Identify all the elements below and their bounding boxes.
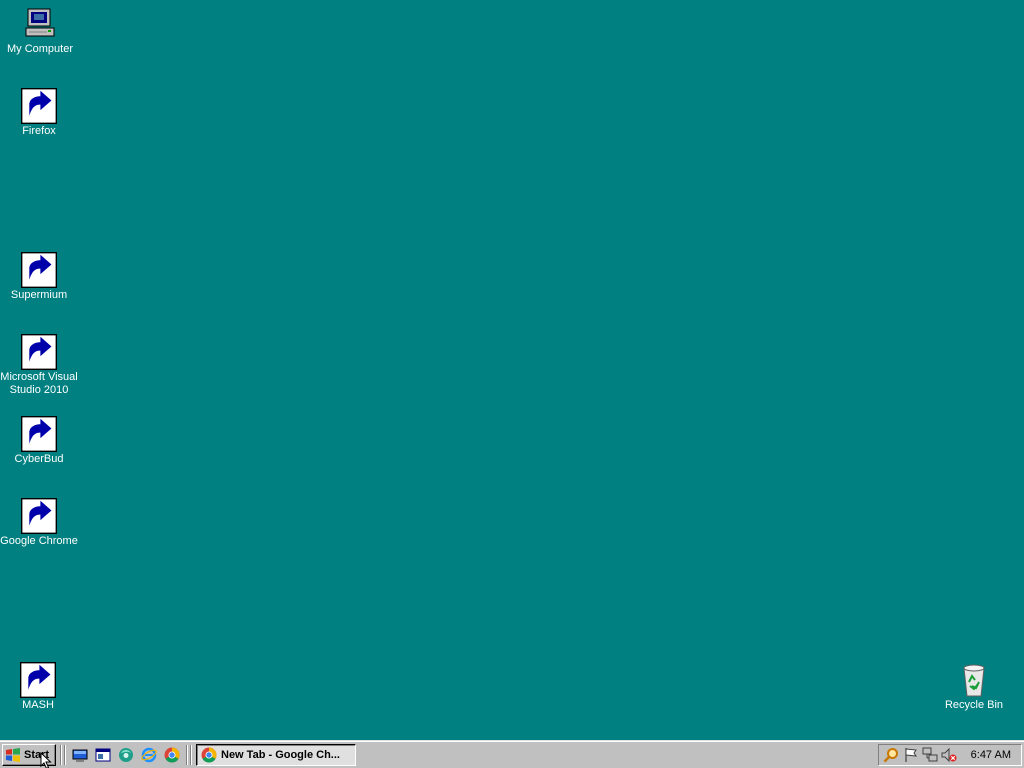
desktop-icon-my-computer[interactable]: My Computer — [0, 6, 80, 56]
explorer-icon[interactable] — [95, 747, 111, 763]
task-button-chrome[interactable]: New Tab - Google Ch... — [196, 744, 356, 766]
show-desktop-icon[interactable] — [72, 747, 88, 763]
task-button-label: New Tab - Google Ch... — [221, 749, 340, 761]
firefox-icon — [21, 88, 57, 124]
desktop-icon-label: Recycle Bin — [944, 699, 1004, 711]
shortcut-arrow-icon — [21, 252, 57, 288]
desktop-icon-firefox[interactable]: Firefox — [0, 88, 79, 138]
shortcut-arrow-icon — [21, 416, 57, 452]
shortcut-arrow-icon — [21, 88, 57, 124]
taskbar-separator — [186, 745, 188, 765]
desktop-icon-visual-studio[interactable]: Microsoft Visual Studio 2010 — [0, 334, 79, 397]
desktop-icon-label: Microsoft Visual Studio 2010 — [0, 371, 78, 396]
task-area-grip[interactable] — [190, 745, 192, 765]
cyberbud-icon — [21, 416, 57, 452]
volume-muted-icon[interactable] — [941, 747, 957, 763]
chrome-icon[interactable] — [164, 747, 180, 763]
supermium-icon[interactable] — [118, 747, 134, 763]
recycle-bin-icon — [956, 662, 992, 698]
taskbar-clock[interactable]: 6:47 AM — [971, 749, 1011, 761]
desktop-icon-supermium[interactable]: Supermium — [0, 252, 79, 302]
desktop-icon-label: CyberBud — [14, 453, 64, 465]
quick-launch-grip[interactable] — [64, 745, 66, 765]
network-icon[interactable] — [922, 747, 938, 763]
shortcut-arrow-icon — [20, 662, 56, 698]
supermium-icon — [21, 252, 57, 288]
desktop-icon-label: Firefox — [22, 125, 56, 137]
desktop-icon-label: Google Chrome — [0, 535, 78, 547]
desktop-icon-label: Supermium — [10, 289, 68, 301]
mash-icon — [20, 662, 56, 698]
desktop-icon-google-chrome[interactable]: Google Chrome — [0, 498, 79, 548]
search-icon[interactable] — [883, 747, 899, 763]
desktop-icon-cyberbud[interactable]: CyberBud — [0, 416, 79, 466]
my-computer-icon — [22, 6, 58, 42]
visual-studio-icon — [21, 334, 57, 370]
chrome-icon — [201, 747, 217, 763]
flag-icon[interactable] — [903, 747, 919, 763]
desktop-icon-mash[interactable]: MASH — [0, 662, 78, 712]
chrome-icon — [21, 498, 57, 534]
desktop-icon-label: My Computer — [6, 43, 74, 55]
mouse-cursor-icon — [40, 752, 52, 768]
internet-explorer-icon[interactable] — [141, 747, 157, 763]
taskbar-separator — [60, 745, 62, 765]
system-tray: 6:47 AM — [878, 744, 1022, 766]
taskbar: Start New Tab - Google Ch... 6:47 AM — [0, 740, 1024, 768]
desktop-icon-recycle-bin[interactable]: Recycle Bin — [934, 662, 1014, 712]
shortcut-arrow-icon — [21, 334, 57, 370]
shortcut-arrow-icon — [21, 498, 57, 534]
windows-logo-icon — [6, 748, 20, 762]
desktop: My Computer Firefox Supermium Microsoft … — [0, 0, 1024, 740]
desktop-icon-label: MASH — [22, 699, 54, 711]
